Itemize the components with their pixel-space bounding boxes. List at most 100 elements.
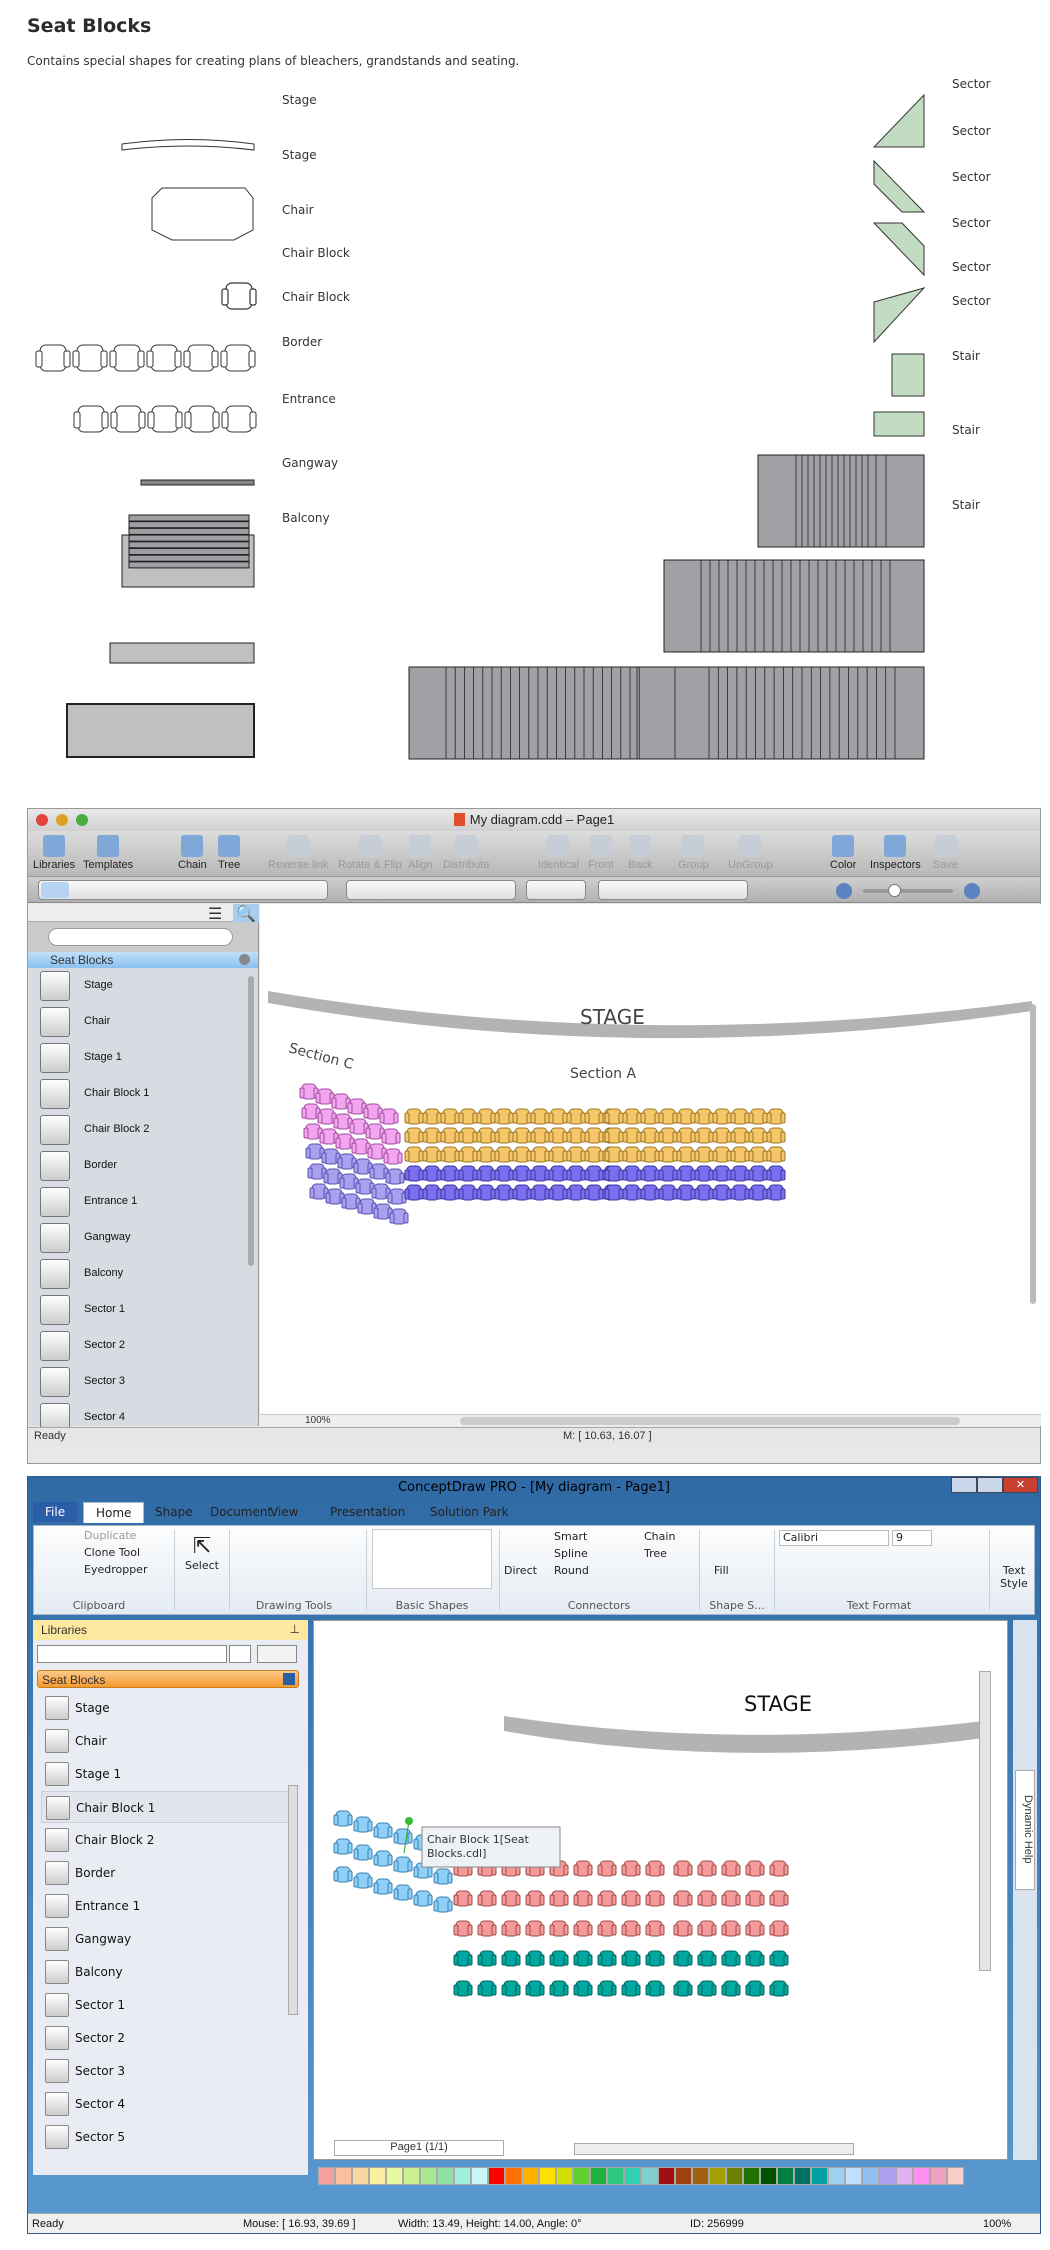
zoom-out-icon[interactable]	[836, 883, 852, 899]
page-selector[interactable]: Page1 (1/1)	[334, 2140, 504, 2156]
library-item[interactable]: Border	[41, 1857, 296, 1889]
palette-swatch[interactable]	[641, 2167, 658, 2185]
tab-solution-park[interactable]: Solution Park	[418, 1502, 521, 1522]
palette-swatch[interactable]	[607, 2167, 624, 2185]
library-item[interactable]: Border	[28, 1148, 248, 1184]
palette-swatch[interactable]	[335, 2167, 352, 2185]
library-item[interactable]: Balcony	[41, 1956, 296, 1988]
dynamic-help-tab[interactable]: Dynamic Help	[1015, 1770, 1035, 1890]
toolbar-distribute-button[interactable]: Distribute	[443, 831, 489, 871]
tab-home[interactable]: Home	[83, 1502, 145, 1523]
palette-swatch[interactable]	[488, 2167, 505, 2185]
palette-swatch[interactable]	[760, 2167, 777, 2185]
tree-view-icon[interactable]	[257, 1645, 297, 1663]
text-style-button[interactable]: Text Style	[994, 1564, 1034, 1590]
palette-swatch[interactable]	[454, 2167, 471, 2185]
palette-swatch[interactable]	[743, 2167, 760, 2185]
library-header[interactable]: Seat Blocks	[28, 952, 258, 968]
list-view-icon[interactable]: ☰	[208, 904, 232, 923]
toolbar-chain-button[interactable]: Chain	[178, 831, 207, 871]
horizontal-scrollbar[interactable]	[460, 1417, 960, 1425]
chain-button[interactable]: Chain	[644, 1530, 675, 1543]
zoom-in-icon[interactable]	[964, 883, 980, 899]
library-item[interactable]: Balcony	[28, 1256, 248, 1292]
horizontal-scrollbar[interactable]	[574, 2143, 854, 2155]
palette-swatch[interactable]	[675, 2167, 692, 2185]
library-scrollbar[interactable]	[288, 1785, 298, 2015]
toolbar-tree-button[interactable]: Tree	[218, 831, 240, 871]
palette-swatch[interactable]	[862, 2167, 879, 2185]
connector-tools-group[interactable]	[346, 880, 516, 900]
tree-button[interactable]: Tree	[644, 1547, 667, 1560]
palette-swatch[interactable]	[709, 2167, 726, 2185]
palette-swatch[interactable]	[828, 2167, 845, 2185]
palette-swatch[interactable]	[896, 2167, 913, 2185]
palette-swatch[interactable]	[913, 2167, 930, 2185]
close-window-button[interactable]	[36, 814, 48, 826]
arrange-tools-group[interactable]	[526, 880, 586, 900]
drawing-canvas[interactable]: STAGE Chair Block 1[Seat Blocks.cdl] Pag…	[313, 1620, 1008, 2160]
tab-shape[interactable]: Shape	[143, 1502, 205, 1522]
palette-swatch[interactable]	[420, 2167, 437, 2185]
palette-swatch[interactable]	[505, 2167, 522, 2185]
palette-swatch[interactable]	[658, 2167, 675, 2185]
library-item[interactable]: Sector 5	[41, 2121, 296, 2153]
library-item[interactable]: Sector 1	[28, 1292, 248, 1328]
palette-swatch[interactable]	[539, 2167, 556, 2185]
palette-swatch[interactable]	[403, 2167, 420, 2185]
toolbar-reverse-link-button[interactable]: Reverse link	[268, 831, 329, 871]
library-item[interactable]: Entrance 1	[28, 1184, 248, 1220]
palette-swatch[interactable]	[386, 2167, 403, 2185]
select-button[interactable]: ⇱ Select	[177, 1534, 227, 1572]
library-item[interactable]: Gangway	[41, 1923, 296, 1955]
round-connector-button[interactable]: Round	[554, 1564, 589, 1577]
palette-swatch[interactable]	[318, 2167, 335, 2185]
palette-swatch[interactable]	[811, 2167, 828, 2185]
toolbar-back-button[interactable]: Back	[628, 831, 652, 871]
font-select[interactable]: Calibri	[779, 1530, 889, 1546]
toolbar-front-button[interactable]: Front	[588, 831, 614, 871]
palette-swatch[interactable]	[624, 2167, 641, 2185]
pointer-tool-icon[interactable]	[41, 882, 69, 898]
toolbar-inspectors-button[interactable]: Inspectors	[870, 831, 921, 871]
palette-swatch[interactable]	[522, 2167, 539, 2185]
palette-swatch[interactable]	[845, 2167, 862, 2185]
toolbar-group-button[interactable]: Group	[678, 831, 709, 871]
library-item[interactable]: Sector 1	[41, 1989, 296, 2021]
library-item[interactable]: Sector 2	[41, 2022, 296, 2054]
library-item[interactable]: Sector 3	[28, 1364, 248, 1400]
library-item[interactable]: Chair Block 2	[41, 1824, 296, 1856]
palette-swatch[interactable]	[930, 2167, 947, 2185]
library-item[interactable]: Chair Block 1	[28, 1076, 248, 1112]
duplicate-button[interactable]: Duplicate	[84, 1529, 136, 1542]
palette-swatch[interactable]	[369, 2167, 386, 2185]
library-item[interactable]: Chair	[41, 1725, 296, 1757]
clone-tool-button[interactable]: Clone Tool	[84, 1546, 140, 1559]
library-header[interactable]: Seat Blocks	[37, 1670, 299, 1688]
search-icon[interactable]: 🔍	[233, 904, 259, 923]
toolbar-ungroup-button[interactable]: UnGroup	[728, 831, 773, 871]
tab-view[interactable]: View	[258, 1502, 310, 1522]
vertical-scrollbar[interactable]	[979, 1671, 991, 1971]
basic-shapes-gallery[interactable]	[372, 1529, 492, 1589]
library-item[interactable]: Chair	[28, 1004, 248, 1040]
spline-connector-button[interactable]: Spline	[554, 1547, 588, 1560]
close-library-icon[interactable]	[283, 1673, 295, 1685]
library-search-input[interactable]	[37, 1645, 227, 1663]
palette-swatch[interactable]	[726, 2167, 743, 2185]
library-item[interactable]: Sector 3	[41, 2055, 296, 2087]
vertical-scrollbar[interactable]	[1030, 1004, 1036, 1304]
toolbar-save-button[interactable]: Save	[933, 831, 958, 871]
close-button[interactable]: ✕	[1003, 1477, 1038, 1493]
toolbar-libraries-button[interactable]: Libraries	[33, 831, 75, 871]
pin-icon[interactable]: ⊥	[290, 1622, 300, 1636]
library-item[interactable]: Gangway	[28, 1220, 248, 1256]
library-search-input[interactable]	[48, 928, 233, 946]
library-item[interactable]: Stage	[41, 1692, 296, 1724]
zoom-slider[interactable]	[863, 884, 953, 897]
tab-file[interactable]: File	[33, 1502, 78, 1522]
library-item[interactable]: Chair Block 1	[41, 1791, 296, 1823]
shape-tools-group[interactable]	[38, 880, 328, 900]
minimize-button[interactable]	[951, 1477, 977, 1493]
drawing-canvas[interactable]: STAGE Section C Section A 100%	[260, 904, 1041, 1426]
